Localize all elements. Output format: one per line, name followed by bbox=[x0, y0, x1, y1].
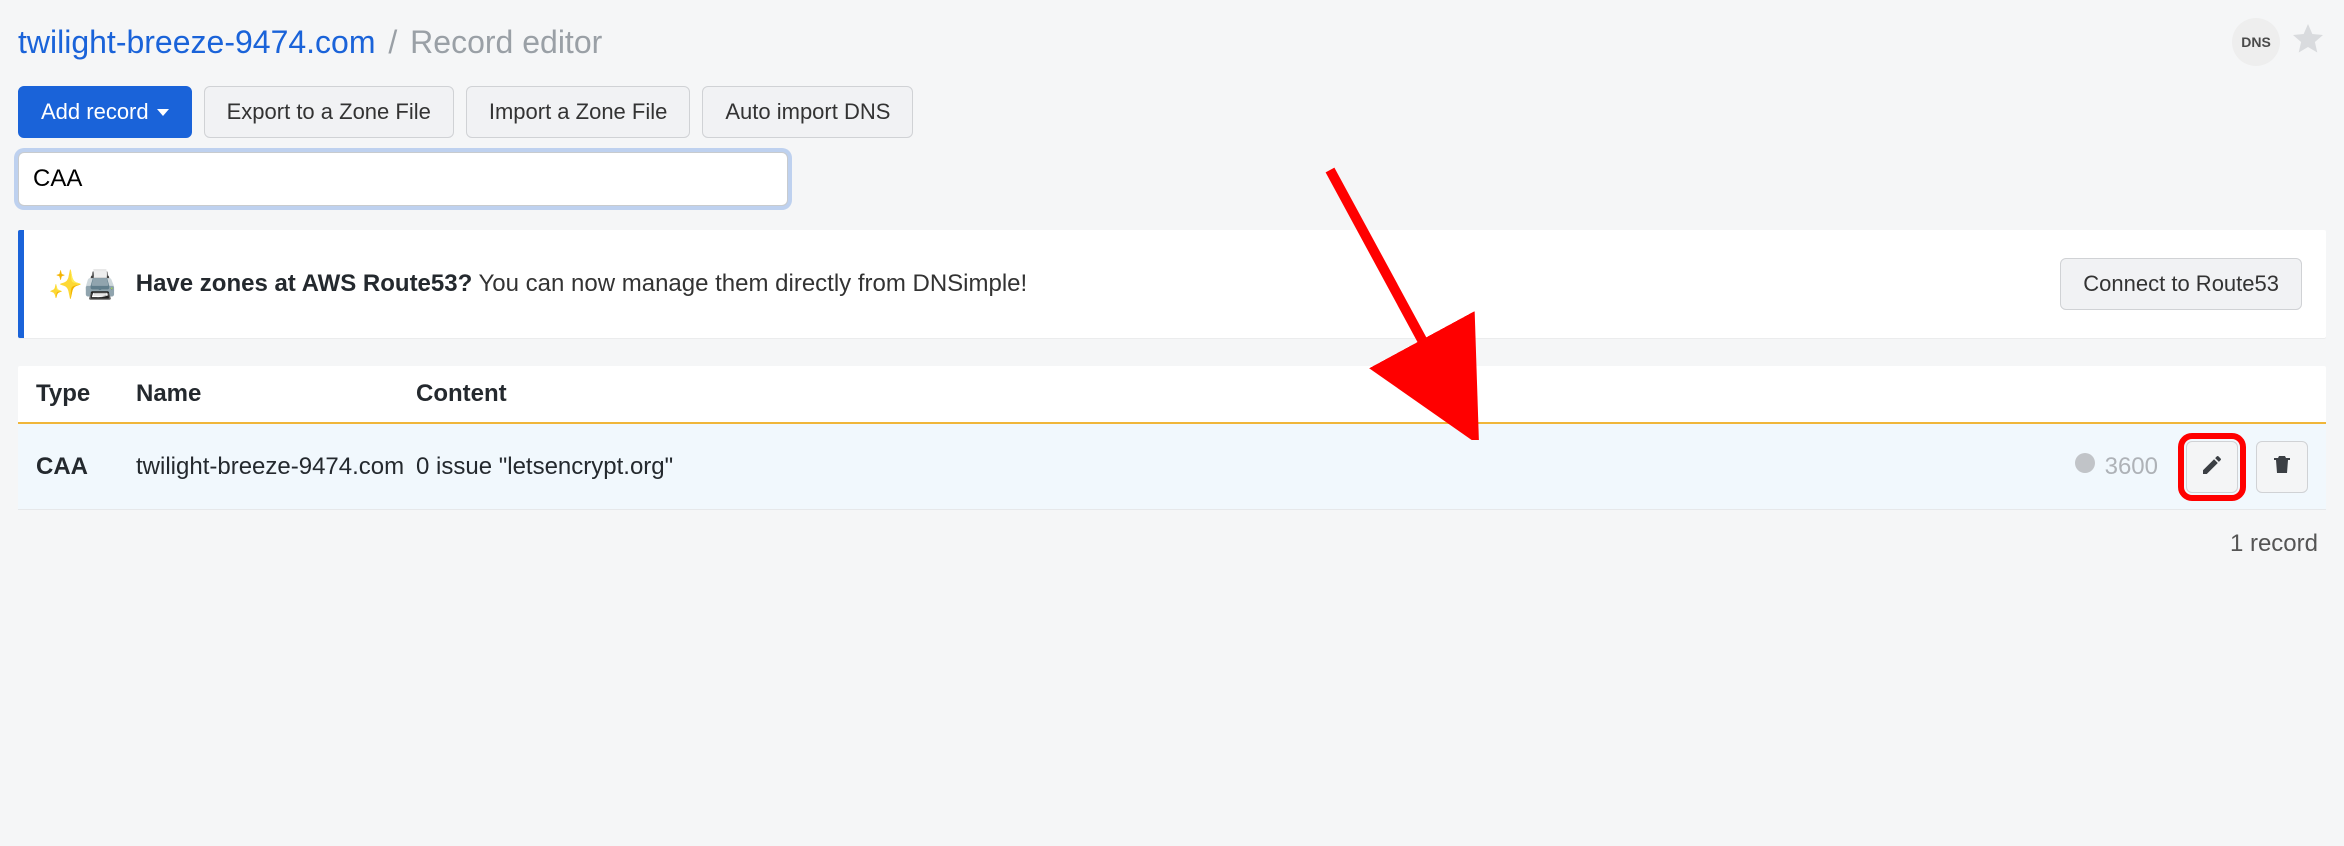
col-content: Content bbox=[416, 380, 1998, 408]
table-header: Type Name Content bbox=[18, 366, 2326, 424]
records-table: Type Name Content CAA twilight-breeze-94… bbox=[18, 366, 2326, 510]
import-zone-button[interactable]: Import a Zone File bbox=[466, 86, 691, 138]
col-name: Name bbox=[136, 380, 416, 408]
clock-icon bbox=[2073, 451, 2097, 482]
ttl-value: 3600 bbox=[2105, 453, 2158, 481]
table-row[interactable]: CAA twilight-breeze-9474.com 0 issue "le… bbox=[18, 424, 2326, 510]
pencil-icon bbox=[2200, 453, 2224, 480]
dns-chip[interactable]: DNS bbox=[2232, 18, 2280, 66]
breadcrumb-separator: / bbox=[388, 24, 397, 60]
topbar: twilight-breeze-9474.com / Record editor… bbox=[18, 18, 2326, 66]
trash-icon bbox=[2270, 453, 2294, 480]
cell-content: 0 issue "letsencrypt.org" bbox=[416, 453, 1998, 481]
col-type: Type bbox=[36, 380, 136, 408]
toolbar: Add record Export to a Zone File Import … bbox=[18, 86, 2326, 138]
route53-banner: ✨🖨️ Have zones at AWS Route53? You can n… bbox=[18, 230, 2326, 338]
auto-import-dns-button[interactable]: Auto import DNS bbox=[702, 86, 913, 138]
cell-name: twilight-breeze-9474.com bbox=[136, 453, 416, 481]
star-icon[interactable] bbox=[2290, 21, 2326, 63]
banner-message: ✨🖨️ Have zones at AWS Route53? You can n… bbox=[48, 268, 1027, 301]
sparkle-printer-icon: ✨🖨️ bbox=[48, 268, 118, 301]
banner-rest-text: You can now manage them directly from DN… bbox=[472, 270, 1027, 297]
chevron-down-icon bbox=[157, 109, 169, 116]
breadcrumb-domain-link[interactable]: twilight-breeze-9474.com bbox=[18, 24, 376, 60]
add-record-label: Add record bbox=[41, 99, 149, 125]
cell-ttl: 3600 bbox=[1998, 451, 2158, 482]
banner-strong-text: Have zones at AWS Route53? bbox=[136, 270, 473, 297]
record-count: 1 record bbox=[18, 510, 2326, 562]
edit-record-button[interactable] bbox=[2186, 441, 2238, 493]
search-input[interactable] bbox=[18, 152, 788, 206]
top-right-controls: DNS bbox=[2232, 18, 2326, 66]
delete-record-button[interactable] bbox=[2256, 441, 2308, 493]
breadcrumb: twilight-breeze-9474.com / Record editor bbox=[18, 24, 602, 61]
export-zone-button[interactable]: Export to a Zone File bbox=[204, 86, 454, 138]
search-container bbox=[18, 152, 788, 206]
cell-type: CAA bbox=[36, 453, 136, 481]
add-record-button[interactable]: Add record bbox=[18, 86, 192, 138]
connect-route53-button[interactable]: Connect to Route53 bbox=[2060, 258, 2302, 310]
breadcrumb-page: Record editor bbox=[410, 24, 602, 60]
